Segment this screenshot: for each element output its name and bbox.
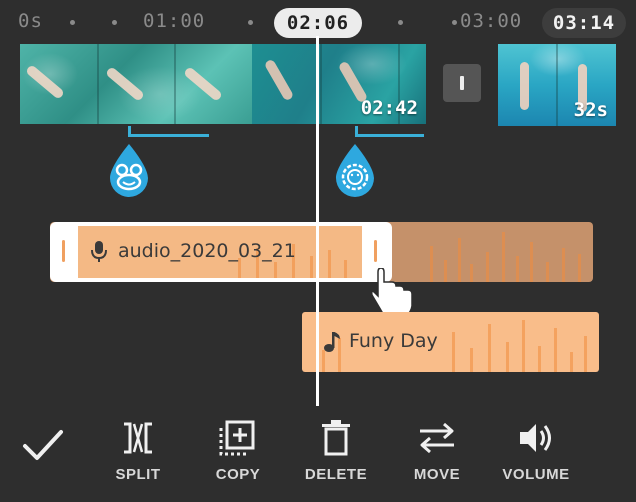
- music-track-name: Funy Day: [349, 330, 438, 352]
- ruler-label-1min: 01:00: [143, 10, 206, 32]
- frame-divider: [97, 44, 99, 124]
- clip-duration-label: 32s: [573, 99, 608, 121]
- copy-button[interactable]: [219, 420, 255, 460]
- trim-handle-right[interactable]: [374, 240, 377, 262]
- copy-icon: [219, 420, 255, 456]
- video-clip-1[interactable]: [20, 44, 252, 124]
- copy-label: COPY: [215, 466, 261, 483]
- volume-label: VOLUME: [502, 466, 570, 483]
- music-note-icon: [322, 330, 342, 358]
- sticker-range-bracket[interactable]: [355, 126, 424, 137]
- split-button[interactable]: [120, 420, 156, 460]
- swap-arrows-icon: [420, 422, 454, 454]
- confirm-button[interactable]: [22, 428, 64, 466]
- transition-icon: [460, 76, 464, 90]
- checkmark-icon: [23, 430, 63, 460]
- ruler-dot: [248, 20, 253, 25]
- playhead-time-badge[interactable]: 02:06: [274, 8, 362, 38]
- music-clip[interactable]: [302, 312, 599, 372]
- frame-divider: [174, 44, 176, 124]
- lion-face-icon[interactable]: [332, 142, 378, 200]
- clip-duration-label: 02:42: [360, 97, 418, 119]
- speaker-icon: [520, 424, 551, 452]
- ruler-dot: [112, 20, 117, 25]
- delete-button[interactable]: [320, 420, 352, 460]
- clip-thumbnail-figure: [104, 66, 146, 102]
- trim-handle-left[interactable]: [62, 240, 65, 262]
- sticker-range-bracket[interactable]: [128, 126, 209, 137]
- playhead-line[interactable]: [316, 36, 319, 406]
- trash-icon: [322, 420, 350, 456]
- video-clip-2[interactable]: 02:42: [252, 44, 426, 124]
- frame-divider: [556, 44, 558, 126]
- ruler-dot: [452, 20, 457, 25]
- ruler-label-3min: 03:00: [460, 10, 523, 32]
- clip-thumbnail-figure: [24, 64, 66, 100]
- move-button[interactable]: [418, 420, 456, 460]
- total-duration-badge: 03:14: [542, 8, 626, 38]
- transition-button[interactable]: [443, 64, 481, 102]
- split-label: SPLIT: [115, 466, 161, 483]
- ruler-dot: [70, 20, 75, 25]
- clip-thumbnail-figure: [520, 62, 529, 110]
- delete-label: DELETE: [304, 466, 368, 483]
- frog-face-icon[interactable]: [106, 142, 152, 200]
- audio-track-name: audio_2020_03_21: [118, 240, 296, 262]
- move-label: MOVE: [413, 466, 461, 483]
- microphone-icon: [90, 240, 108, 268]
- frame-divider: [320, 44, 322, 124]
- split-icon: [124, 422, 152, 454]
- ruler-label-start: 0s: [18, 10, 43, 32]
- clip-thumbnail-figure: [182, 66, 224, 102]
- ruler-dot: [398, 20, 403, 25]
- video-clip-3[interactable]: 32s: [498, 44, 616, 126]
- volume-button[interactable]: [518, 420, 554, 460]
- clip-thumbnail-figure: [263, 58, 295, 102]
